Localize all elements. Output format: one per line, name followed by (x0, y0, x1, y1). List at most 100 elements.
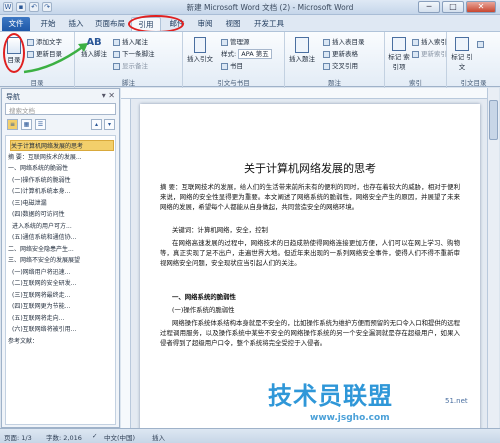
group-label-captions: 题注 (328, 79, 341, 87)
doc-abstract: 摘 要：互联网技术的发展，给人们的生活带来前所未有的便利的同时，也存在着较大的威… (160, 183, 460, 212)
insert-table-of-figures-button[interactable]: 插入表目录 (323, 36, 365, 46)
results-view-icon[interactable]: ☰ (35, 119, 46, 130)
nav-item[interactable]: (二)互联网的安全研发... (12, 278, 114, 289)
tab-file[interactable]: 文件 (2, 17, 30, 31)
nav-item[interactable]: (四)互联网更为节能... (12, 301, 114, 312)
update-index-button[interactable]: 更新索引 (412, 48, 447, 58)
style-select[interactable]: 样式: APA 第五 (221, 48, 272, 59)
update-table-button[interactable]: 更新表格 (323, 48, 358, 58)
nav-item[interactable]: 进入系统的用户可方... (12, 221, 114, 232)
insert-citation-button[interactable]: 插入引文 (187, 37, 213, 63)
bibliography-button[interactable]: 书目 (221, 60, 243, 70)
insert-endnote-button[interactable]: 插入尾注 (113, 36, 148, 46)
prev-result-icon[interactable]: ▴ (91, 119, 102, 130)
nav-item[interactable]: (一)操作系统的脆弱性 (12, 175, 114, 186)
nav-item[interactable]: (五)互联网将走向... (12, 313, 114, 324)
nav-item[interactable]: (三)电磁泄漏 (12, 198, 114, 209)
insert-caption-button[interactable]: 插入题注 (289, 37, 315, 63)
vertical-ruler[interactable] (121, 99, 131, 428)
watermark-url: www.jsgho.com (310, 413, 390, 423)
next-footnote-button[interactable]: 下一条脚注 (113, 48, 155, 58)
tab-insert[interactable]: 插入 (62, 17, 90, 31)
tab-page-layout[interactable]: 页面布局 (90, 17, 130, 31)
mark-entry-button[interactable]: 标记 索引项 (388, 37, 410, 71)
tab-view[interactable]: 视图 (219, 17, 247, 31)
nav-item[interactable]: (三)互联网将最终走... (12, 290, 114, 301)
nav-view-tabs: ≡ ▦ ☰ ▴ ▾ (5, 119, 116, 131)
nav-item[interactable]: 二、网络安全隐患产生... (8, 244, 114, 255)
nav-item[interactable]: 一、网络系统的脆弱性 (8, 163, 114, 174)
vertical-scrollbar[interactable] (487, 88, 499, 428)
tab-developer[interactable]: 开发工具 (249, 17, 289, 31)
horizontal-ruler[interactable] (121, 88, 487, 99)
bibliography-icon (221, 62, 228, 70)
status-language[interactable]: 中文(中国) (104, 432, 135, 442)
cross-reference-icon (323, 62, 330, 70)
nav-item[interactable]: (一)网络用户将迅速... (12, 267, 114, 278)
headings-view-icon[interactable]: ≡ (7, 119, 18, 130)
nav-search-input[interactable]: 搜索文档 (5, 103, 116, 115)
endnote-icon (113, 38, 120, 46)
nav-item[interactable]: (六)互联网络将被引用... (12, 324, 114, 335)
doc-heading-1: 一、网络系统的脆弱性 (172, 293, 236, 301)
doc-paragraph-1: 在网络高速发展的过程中，网络技术的日趋成熟使得网络连接更加方便，人们可以在网上学… (160, 239, 460, 268)
minimize-button[interactable]: ─ (418, 1, 440, 13)
nav-item[interactable]: 参考文献： (8, 336, 114, 347)
insert-caption-label: 插入题注 (289, 55, 315, 63)
undo-icon[interactable]: ↶ (29, 2, 39, 12)
status-words[interactable]: 字数: 2,016 (46, 432, 82, 442)
nav-item[interactable]: 摘 要：互联网技术的发展... (8, 152, 114, 163)
word-app-icon[interactable]: W (3, 2, 13, 12)
insert-index-button[interactable]: 插入索引 (412, 36, 447, 46)
spellcheck-icon[interactable]: ✓ (92, 432, 97, 440)
mark-citation-icon (455, 37, 469, 51)
next-result-icon[interactable]: ▾ (104, 119, 115, 130)
group-label-index: 索引 (409, 79, 422, 87)
manage-sources-button[interactable]: 管理源 (221, 36, 250, 46)
nav-item[interactable]: (二)计算机系统本身... (12, 186, 114, 197)
caption-icon (295, 37, 309, 53)
update-table-icon (323, 50, 330, 58)
annotation-arrow-icon (23, 43, 88, 74)
nav-item[interactable]: 三、网络不安全的发展展望 (8, 255, 114, 266)
maximize-button[interactable]: □ (442, 1, 464, 13)
navigation-pane: 导航 ▾ ✕ 搜索文档 ≡ ▦ ☰ ▴ ▾ 关于计算机网络发展的思考摘 要：互联… (1, 88, 120, 428)
show-notes-button[interactable]: 显示备注 (113, 60, 148, 70)
ribbon-tabs: 文件 开始 插入 页面布局 引用 邮件 审阅 视图 开发工具 (0, 15, 500, 31)
group-citations: 插入引文 管理源 样式: APA 第五 书目 引文与书目 (183, 32, 285, 88)
nav-item[interactable]: (五)通信系统和通信协... (12, 232, 114, 243)
nav-item[interactable]: (四)数据的可访问性 (12, 209, 114, 220)
status-page[interactable]: 页面: 1/3 (4, 432, 32, 442)
doc-keywords: 关键词：计算机网络，安全，控制 (172, 226, 268, 234)
nav-header: 导航 (6, 93, 20, 101)
doc-title: 关于计算机网络发展的思考 (244, 162, 376, 175)
watermark-logo: 技术员联盟 (268, 382, 393, 410)
nav-close-icon[interactable]: ▾ ✕ (102, 91, 115, 100)
redo-icon[interactable]: ↷ (42, 2, 52, 12)
insert-toa-button[interactable] (477, 40, 486, 48)
insert-citation-label: 插入引文 (187, 55, 213, 63)
cross-reference-button[interactable]: 交叉引用 (323, 60, 358, 70)
tab-home[interactable]: 开始 (34, 17, 62, 31)
status-mode[interactable]: 插入 (152, 432, 165, 442)
nav-headings-list: 关于计算机网络发展的思考摘 要：互联网技术的发展... 一、网络系统的脆弱性 (一)… (5, 135, 116, 425)
doc-heading-2: (一)操作系统的脆弱性 (172, 306, 235, 314)
close-button[interactable]: ✕ (466, 1, 496, 13)
nav-item-selected[interactable]: 关于计算机网络发展的思考 (10, 140, 114, 151)
next-footnote-icon (113, 50, 120, 58)
window-title: 新建 Microsoft Word 文档 (2) - Microsoft Wor… (186, 3, 354, 12)
group-toa: 标记 引文 引文目录 (447, 32, 500, 88)
citation-icon (194, 37, 206, 53)
doc-paragraph-2: 网络操作系统体系结构本身就是不安全的，比如操作系统为维护方便而预留的无口令入口和… (160, 319, 460, 348)
group-captions: 插入题注 插入表目录 更新表格 交叉引用 题注 (285, 32, 385, 88)
manage-sources-icon (221, 38, 228, 46)
update-index-icon (412, 50, 419, 58)
mark-citation-button[interactable]: 标记 引文 (451, 37, 473, 71)
group-index: 标记 索引项 插入索引 更新索引 索引 (385, 32, 447, 88)
insert-toa-icon (477, 40, 484, 48)
tab-review[interactable]: 审阅 (191, 17, 219, 31)
pages-view-icon[interactable]: ▦ (21, 119, 32, 130)
save-icon[interactable]: ▪ (16, 2, 26, 12)
scrollbar-thumb[interactable] (489, 100, 498, 140)
title-bar: W ▪ ↶ ↷ 新建 Microsoft Word 文档 (2) - Micro… (0, 0, 500, 15)
